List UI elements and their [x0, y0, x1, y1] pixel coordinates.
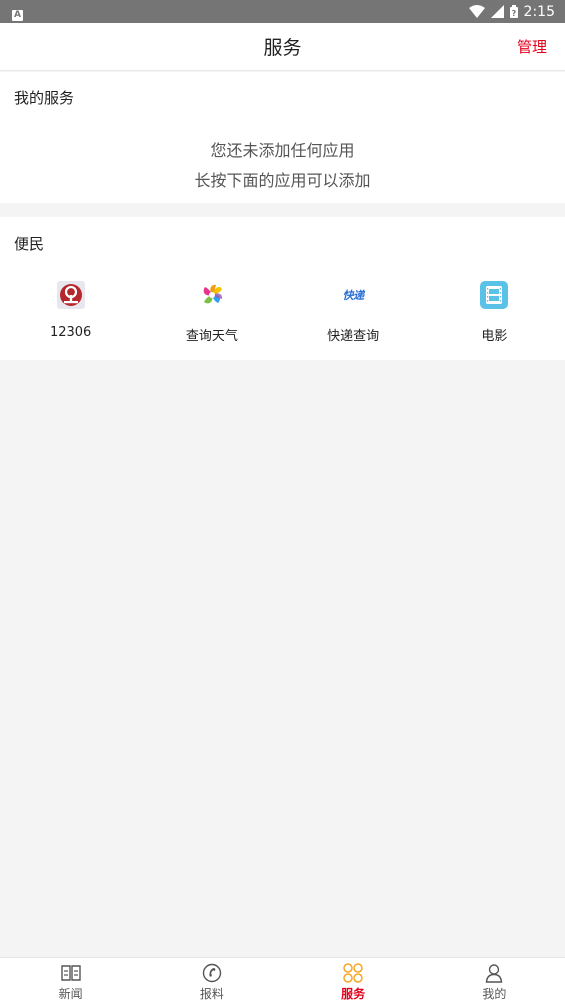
film-icon	[480, 281, 509, 309]
app-item-movie[interactable]: 电影	[424, 281, 565, 344]
manage-button[interactable]: 管理	[517, 36, 547, 57]
svg-text:?: ?	[511, 9, 516, 18]
tab-services-label: 服务	[341, 986, 366, 1001]
phone-circle-icon	[201, 962, 223, 984]
app-label-movie: 电影	[481, 329, 508, 344]
my-services-section: 我的服务 您还未添加任何应用 长按下面的应用可以添加	[0, 72, 565, 203]
bottom-tab-bar: 新闻 报料 服务 我的	[0, 957, 565, 1005]
status-right: ? 2:15	[468, 3, 555, 20]
app-item-express[interactable]: 快递 快递查询	[283, 281, 424, 344]
top-header: 服务 管理	[0, 23, 565, 71]
railway-logo-icon	[56, 281, 85, 309]
convenient-section: 便民 12306 查询天气 快递 快递查询 电影	[0, 217, 565, 360]
weather-pinwheel-icon	[198, 281, 226, 309]
page-title: 服务	[263, 37, 302, 59]
app-item-weather[interactable]: 查询天气	[141, 281, 282, 344]
empty-hint-line1: 您还未添加任何应用	[210, 141, 355, 160]
express-logo-text: 快递	[342, 289, 365, 302]
battery-icon: ?	[509, 5, 518, 18]
person-icon	[483, 962, 505, 984]
tab-mine-label: 我的	[482, 986, 507, 1001]
app-label-weather: 查询天气	[185, 329, 238, 344]
app-label-12306: 12306	[49, 325, 92, 340]
tab-report-label: 报料	[199, 986, 224, 1001]
empty-hint-line2: 长按下面的应用可以添加	[194, 171, 371, 190]
notification-a-icon: A	[12, 9, 23, 21]
tab-news[interactable]: 新闻	[0, 958, 141, 1005]
status-left: A	[12, 2, 23, 21]
app-label-express: 快递查询	[327, 329, 380, 344]
tab-news-label: 新闻	[58, 986, 83, 1001]
my-services-title: 我的服务	[14, 89, 75, 107]
tab-mine[interactable]: 我的	[424, 958, 565, 1005]
wifi-icon	[468, 5, 485, 18]
clock-time: 2:15	[523, 3, 555, 20]
status-bar: A ? 2:15	[0, 0, 565, 23]
grid-circles-icon	[342, 962, 364, 984]
app-grid: 12306 查询天气 快递 快递查询 电影	[0, 281, 565, 344]
signal-icon	[490, 5, 504, 18]
app-item-12306[interactable]: 12306	[0, 281, 141, 344]
book-icon	[60, 962, 82, 984]
tab-report[interactable]: 报料	[141, 958, 282, 1005]
express-logo-icon: 快递	[339, 281, 367, 309]
convenient-title: 便民	[14, 235, 45, 253]
tab-services[interactable]: 服务	[283, 958, 424, 1005]
